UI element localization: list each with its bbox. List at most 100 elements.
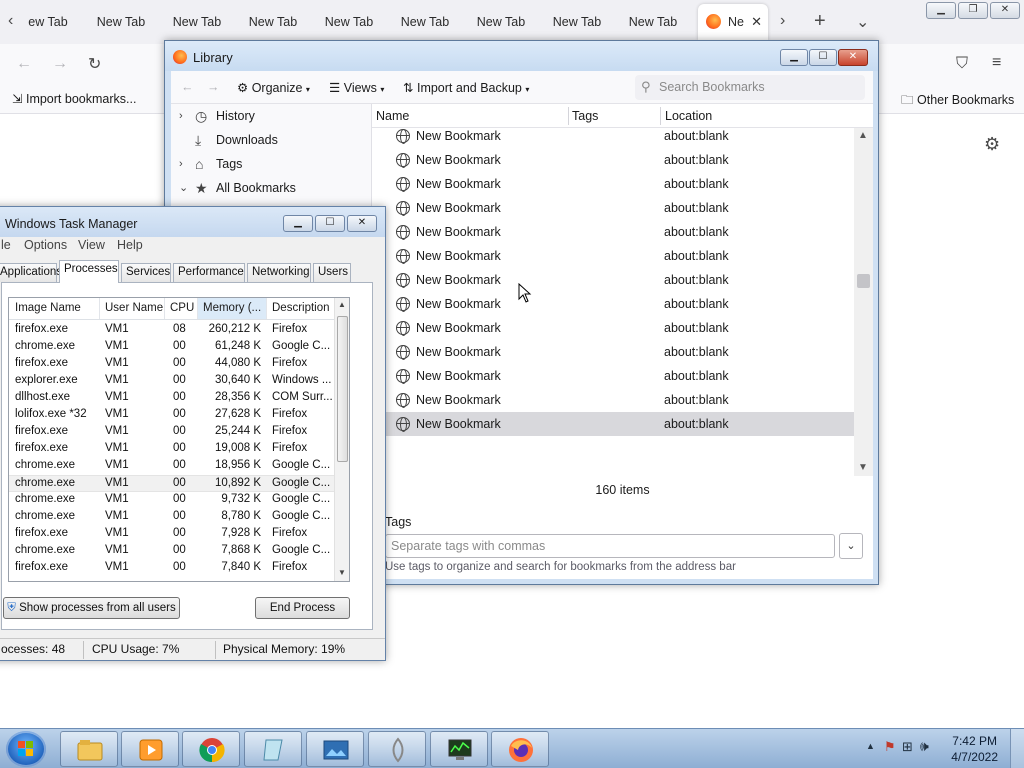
process-row[interactable]: firefox.exe VM1 00 7,840 K Firefox	[9, 560, 339, 577]
task-manager-maximize-button[interactable]: ☐	[315, 215, 345, 232]
column-memory[interactable]: Memory (...	[198, 298, 266, 319]
sidebar-item-history[interactable]: › ◷ History	[171, 104, 371, 128]
task-manager-close-button[interactable]: ✕	[347, 215, 377, 232]
show-hidden-icons-icon[interactable]: ▲	[866, 741, 875, 751]
show-processes-all-users-button[interactable]: ⛨ Show processes from all users	[3, 597, 180, 619]
tab-7[interactable]: New Tab	[463, 0, 539, 44]
action-center-flag-icon[interactable]: ⚑	[884, 739, 896, 755]
column-description[interactable]: Description	[272, 302, 330, 314]
tags-expander-button[interactable]: ⌄	[839, 533, 863, 559]
list-all-tabs-chevron-icon[interactable]: ⌄	[856, 12, 869, 32]
process-row[interactable]: chrome.exe VM1 00 10,892 K Google C...	[9, 475, 339, 492]
network-icon[interactable]: ⊞	[902, 739, 913, 755]
import-bookmarks-link[interactable]: ⇲ Import bookmarks...	[12, 91, 136, 106]
tab-processes[interactable]: Processes	[59, 260, 119, 283]
column-divider[interactable]	[99, 298, 100, 319]
process-row[interactable]: chrome.exe VM1 00 18,956 K Google C...	[9, 458, 339, 475]
menu-options[interactable]: Options	[24, 238, 67, 252]
tab-applications[interactable]: Applications	[0, 263, 62, 282]
taskbar-task-manager[interactable]	[430, 731, 488, 767]
library-close-button[interactable]: ✕	[838, 49, 868, 66]
close-tab-icon[interactable]: ✕	[751, 4, 762, 40]
tab-4[interactable]: New Tab	[235, 0, 311, 44]
process-row[interactable]: firefox.exe VM1 00 7,928 K Firefox	[9, 526, 339, 543]
sidebar-item-all-bookmarks[interactable]: ⌄ ★ All Bookmarks	[171, 176, 371, 200]
search-bookmarks-input[interactable]: ⚲ Search Bookmarks	[635, 75, 865, 100]
sidebar-item-tags[interactable]: › ⌂ Tags	[171, 152, 371, 176]
clock[interactable]: 7:42 PM 4/7/2022	[951, 733, 998, 765]
bookmark-row[interactable]: New Bookmark about:blank	[372, 148, 854, 172]
tags-input[interactable]: Separate tags with commas	[385, 534, 835, 558]
start-button[interactable]	[6, 731, 46, 767]
taskbar-picture-viewer[interactable]	[306, 731, 364, 767]
bookmark-row[interactable]: New Bookmark about:blank	[372, 220, 854, 244]
menu-help[interactable]: Help	[117, 238, 143, 252]
column-divider[interactable]	[164, 298, 165, 319]
other-bookmarks-folder[interactable]: 🗀 Other Bookmarks	[901, 91, 1014, 112]
column-cpu[interactable]: CPU	[170, 302, 194, 314]
close-button[interactable]: ✕	[990, 2, 1020, 19]
sidebar-item-downloads[interactable]: ⤓ Downloads	[171, 128, 371, 152]
minimize-button[interactable]: ▁	[926, 2, 956, 19]
bookmark-row[interactable]: New Bookmark about:blank	[372, 412, 854, 436]
organize-menu[interactable]: ⚙ Organize ▾	[237, 80, 310, 95]
tab-2[interactable]: New Tab	[83, 0, 159, 44]
menu-file[interactable]: le	[1, 238, 11, 252]
tab-scroll-right-icon[interactable]: ›	[780, 12, 785, 30]
bookmark-row[interactable]: New Bookmark about:blank	[372, 316, 854, 340]
scroll-up-icon[interactable]: ▲	[858, 130, 868, 141]
process-row[interactable]: explorer.exe VM1 00 30,640 K Windows ...	[9, 373, 339, 390]
back-arrow-icon[interactable]: ←	[16, 55, 32, 73]
tab-active[interactable]: Ne ✕	[698, 4, 768, 40]
end-process-button[interactable]: End Process	[255, 597, 350, 619]
scrollbar-thumb[interactable]	[337, 316, 348, 462]
tab-5[interactable]: New Tab	[311, 0, 387, 44]
task-manager-minimize-button[interactable]: ▁	[283, 215, 313, 232]
restore-button[interactable]: ❐	[958, 2, 988, 19]
process-row[interactable]: firefox.exe VM1 00 19,008 K Firefox	[9, 441, 339, 458]
bookmark-list-scrollbar[interactable]: ▲ ▼	[854, 128, 873, 476]
menu-hamburger-icon[interactable]: ≡	[992, 54, 1001, 72]
process-row[interactable]: firefox.exe VM1 00 25,244 K Firefox	[9, 424, 339, 441]
new-tab-plus-icon[interactable]: +	[814, 10, 826, 33]
column-divider[interactable]	[660, 107, 661, 125]
tab-users[interactable]: Users	[313, 263, 351, 282]
tab-9[interactable]: New Tab	[615, 0, 691, 44]
taskbar-app[interactable]	[368, 731, 426, 767]
bookmark-row[interactable]: New Bookmark about:blank	[372, 244, 854, 268]
library-maximize-button[interactable]: ☐	[809, 49, 837, 66]
process-row[interactable]: chrome.exe VM1 00 7,868 K Google C...	[9, 543, 339, 560]
tab-scroll-left-icon[interactable]: ‹	[8, 12, 13, 30]
bookmark-row[interactable]: New Bookmark about:blank	[372, 268, 854, 292]
tab-6[interactable]: New Tab	[387, 0, 463, 44]
collapse-arrow-icon[interactable]: ⌄	[179, 176, 188, 200]
tab-performance[interactable]: Performance	[173, 263, 245, 282]
process-row[interactable]: chrome.exe VM1 00 8,780 K Google C...	[9, 509, 339, 526]
column-name[interactable]: Name	[376, 109, 409, 123]
bookmark-row[interactable]: New Bookmark about:blank	[372, 172, 854, 196]
tab-3[interactable]: New Tab	[159, 0, 235, 44]
column-image-name[interactable]: Image Name	[15, 302, 81, 314]
process-row[interactable]: lolifox.exe *32 VM1 00 27,628 K Firefox	[9, 407, 339, 424]
scrollbar-thumb[interactable]	[857, 274, 870, 288]
bookmark-row[interactable]: New Bookmark about:blank	[372, 388, 854, 412]
scroll-down-icon[interactable]: ▼	[858, 462, 868, 473]
scroll-down-icon[interactable]: ▼	[338, 568, 346, 577]
expand-arrow-icon[interactable]: ›	[179, 104, 183, 128]
taskbar-explorer[interactable]	[60, 731, 118, 767]
scroll-up-icon[interactable]: ▲	[338, 300, 346, 309]
bookmark-row[interactable]: New Bookmark about:blank	[372, 196, 854, 220]
column-tags[interactable]: Tags	[572, 109, 598, 123]
library-minimize-button[interactable]: ▁	[780, 49, 808, 66]
taskbar-chrome[interactable]	[182, 731, 240, 767]
bookmark-row[interactable]: New Bookmark about:blank	[372, 128, 854, 148]
settings-gear-icon[interactable]: ⚙	[984, 134, 1000, 155]
process-row[interactable]: chrome.exe VM1 00 61,248 K Google C...	[9, 339, 339, 356]
process-list-scrollbar[interactable]: ▲ ▼	[334, 298, 349, 581]
pocket-icon[interactable]: ⛉	[956, 55, 968, 73]
expand-arrow-icon[interactable]: ›	[179, 152, 183, 176]
column-divider[interactable]	[568, 107, 569, 125]
tab-1[interactable]: ew Tab	[20, 0, 76, 44]
bookmark-row[interactable]: New Bookmark about:blank	[372, 292, 854, 316]
tab-8[interactable]: New Tab	[539, 0, 615, 44]
